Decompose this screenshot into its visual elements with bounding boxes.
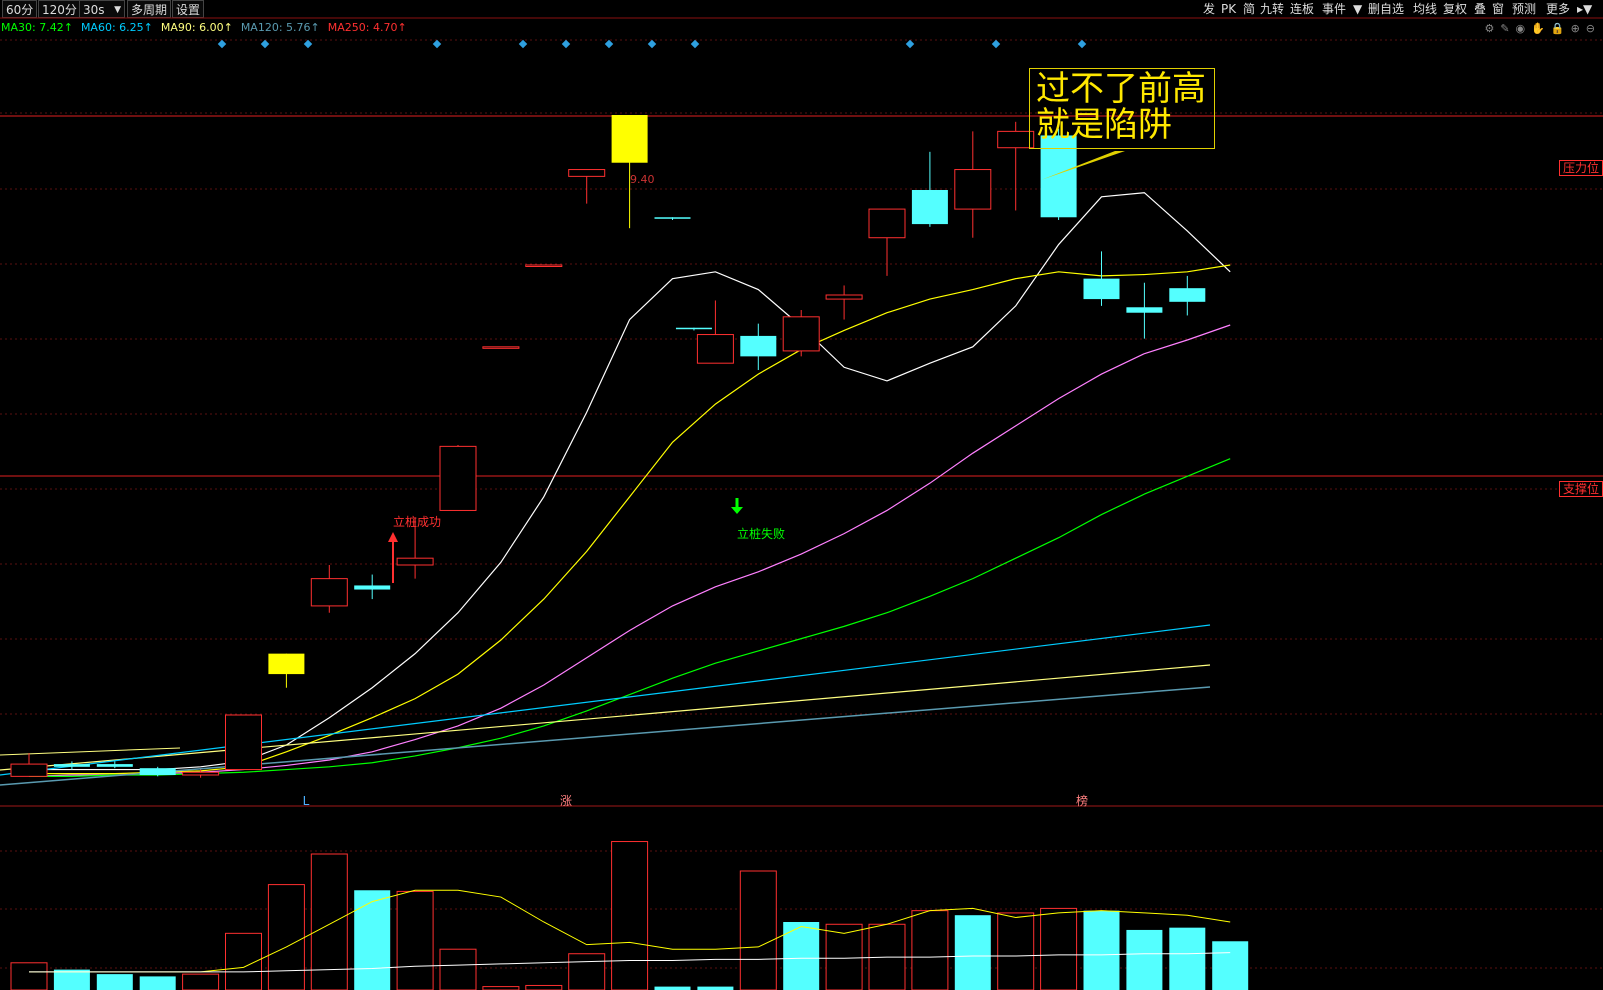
candle-body [654, 217, 691, 219]
marker-榜: 榜 [1076, 793, 1088, 808]
candle-body [354, 585, 391, 590]
candle-body [10, 763, 48, 777]
volume-bar [911, 910, 949, 990]
ma30-line [29, 458, 1231, 777]
signal-diamond [604, 39, 614, 49]
volume-bar [954, 915, 991, 990]
ma90-line [0, 664, 1211, 771]
candle-body [1169, 288, 1206, 302]
failure-label: 立桩失败 [737, 526, 785, 541]
volume-bar [139, 976, 176, 990]
marker-L: L [303, 794, 310, 808]
candle-body [782, 316, 820, 352]
candle-body [53, 764, 90, 767]
annotation-note: 过不了前高 就是陷阱 [1029, 68, 1215, 149]
volume-bar [1040, 907, 1078, 990]
candle-body [525, 264, 563, 267]
signal-diamond [905, 39, 915, 49]
volume-bar [267, 884, 305, 990]
ma60-line [0, 624, 1211, 776]
candle-body [696, 334, 734, 364]
volume-bar [482, 986, 520, 990]
failure-arrow-head [731, 507, 743, 514]
volume-bar [96, 974, 133, 990]
candle-body [268, 653, 305, 675]
volume-bar [997, 912, 1035, 990]
candle-body [611, 115, 648, 163]
candle-body [96, 764, 133, 767]
signal-diamond [260, 39, 270, 49]
volume-bar [1212, 941, 1249, 990]
volume-bar [182, 973, 220, 990]
volume-bar [611, 841, 649, 990]
candle-body [439, 445, 477, 511]
candle-body [675, 327, 712, 330]
candle-body [954, 169, 992, 210]
success-label: 立桩成功 [393, 514, 441, 529]
signal-diamond [1077, 39, 1087, 49]
candle-body [396, 557, 434, 566]
volume-bar [439, 948, 477, 990]
signal-diamond [991, 39, 1001, 49]
volume-bar [53, 969, 90, 990]
note-line-1: 过不了前高 [1036, 69, 1206, 109]
candle-body [139, 768, 176, 775]
volume-bar [1169, 927, 1206, 990]
success-arrow-head [388, 532, 398, 542]
volume-bar [525, 984, 563, 990]
volume-bar [654, 986, 691, 990]
high-price-label: 9.40 [630, 173, 655, 186]
ma5-line [29, 192, 1231, 771]
candle-body [310, 578, 348, 607]
candle-body [1083, 278, 1120, 300]
volume-bar [10, 962, 48, 990]
volume-bar [739, 870, 777, 990]
volume-bar [396, 890, 434, 990]
volume-bar [1126, 929, 1163, 990]
marker-涨: 涨 [560, 793, 572, 808]
candle-body [825, 294, 863, 300]
candle-body [482, 346, 520, 349]
signal-diamond [561, 39, 571, 49]
resistance-level-tag: 压力位 [1559, 160, 1603, 176]
volume-bar [825, 923, 863, 990]
candle-body [1126, 307, 1163, 313]
signal-diamond [647, 39, 657, 49]
signal-diamond [518, 39, 528, 49]
ma90-early-line [0, 747, 181, 756]
candlestick-chart[interactable]: 9.40 立桩成功立桩失败 L 涨 榜 [0, 0, 1603, 990]
signal-diamond [217, 39, 227, 49]
candle-body [740, 335, 777, 357]
signal-diamond [690, 39, 700, 49]
support-level-tag: 支撑位 [1559, 481, 1603, 497]
volume-bar [354, 890, 391, 990]
ma120-line [0, 686, 1211, 786]
candle-body [911, 190, 948, 225]
candle-body [182, 771, 220, 776]
note-line-2: 就是陷阱 [1036, 105, 1172, 145]
volume-bar [697, 986, 734, 990]
candle-body [868, 208, 906, 239]
ma20-line [28, 324, 1231, 777]
candle-body [225, 714, 262, 771]
signal-diamond [303, 39, 313, 49]
volume-bar [1083, 910, 1120, 990]
volume-bar [568, 953, 606, 990]
signal-diamond [432, 39, 442, 49]
candle-body [568, 169, 606, 177]
